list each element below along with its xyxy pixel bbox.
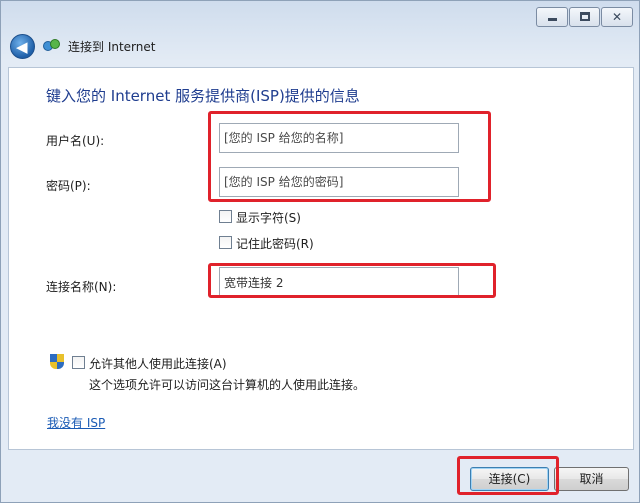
show-chars-checkbox[interactable] — [219, 210, 232, 223]
uac-shield-icon — [50, 354, 64, 370]
close-icon: ✕ — [611, 10, 623, 24]
window-title: 连接到 Internet — [68, 40, 156, 54]
remember-password-checkbox[interactable] — [219, 236, 232, 249]
close-button[interactable]: ✕ — [601, 7, 633, 27]
username-label: 用户名(U): — [46, 134, 105, 148]
minimize-button[interactable] — [536, 7, 568, 27]
show-chars-label: 显示字符(S) — [236, 211, 301, 225]
allow-others-note: 这个选项允许可以访问这台计算机的人使用此连接。 — [89, 378, 366, 392]
maximize-icon — [580, 12, 590, 21]
network-icon — [43, 38, 61, 52]
page-heading: 键入您的 Internet 服务提供商(ISP)提供的信息 — [46, 87, 360, 105]
back-button[interactable]: ◀ — [10, 34, 35, 59]
connection-name-label: 连接名称(N): — [46, 280, 117, 294]
maximize-button[interactable] — [569, 7, 600, 27]
no-isp-link[interactable]: 我没有 ISP — [47, 414, 105, 431]
highlight-connect — [457, 456, 559, 495]
highlight-credentials — [208, 111, 491, 202]
remember-password-label: 记住此密码(R) — [236, 237, 314, 251]
minimize-icon — [548, 18, 557, 21]
password-label: 密码(P): — [46, 179, 91, 193]
back-arrow-icon: ◀ — [16, 38, 28, 56]
cancel-button[interactable]: 取消 — [554, 467, 629, 491]
allow-others-label: 允许其他人使用此连接(A) — [89, 357, 227, 371]
highlight-connection-name — [208, 263, 496, 298]
dialog-window: ✕ ◀ 连接到 Internet 键入您的 Internet 服务提供商(ISP… — [0, 0, 640, 503]
allow-others-checkbox[interactable] — [72, 356, 85, 369]
